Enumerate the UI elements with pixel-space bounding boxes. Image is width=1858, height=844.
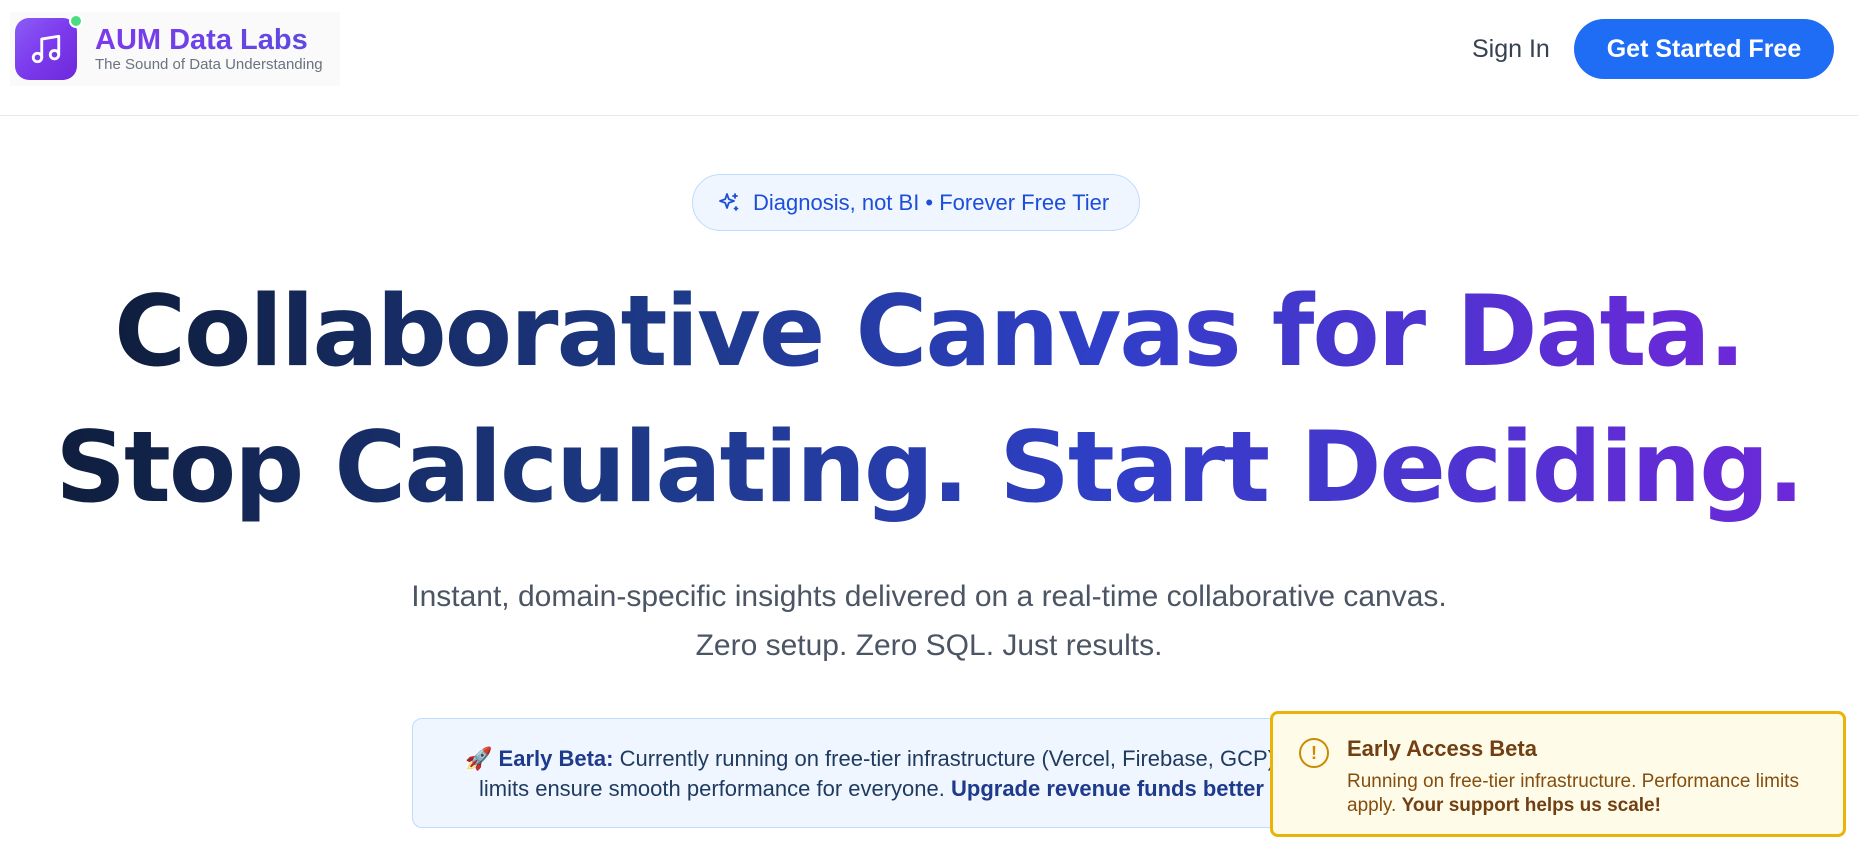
beta-text-line2-bold: Upgrade revenue funds better [951,776,1264,801]
get-started-button[interactable]: Get Started Free [1574,19,1834,79]
music-note-icon [15,14,83,80]
sign-in-link[interactable]: Sign In [1472,34,1550,64]
beta-label: Early Beta: [498,746,614,771]
toast-body-bold: Your support helps us scale! [1401,795,1661,816]
brand-logo-link[interactable]: AUM Data Labs The Sound of Data Understa… [10,12,340,86]
hero-badge-text: Diagnosis, not BI • Forever Free Tier [753,189,1110,215]
headline-text-1: Collaborative Canvas for Data. [114,275,1746,389]
brand-tagline: The Sound of Data Understanding [95,56,323,73]
hero-subtitle-line2: Zero setup. Zero SQL. Just results. [695,629,1163,662]
hero-badge: Diagnosis, not BI • Forever Free Tier [692,174,1140,231]
toast-body: Running on free-tier infrastructure. Per… [1347,770,1827,818]
beta-text-line2: limits ensure smooth performance for eve… [479,776,945,801]
hero-headline-line1: Collaborative Canvas for Data. [0,272,1858,392]
toast-title: Early Access Beta [1347,736,1537,761]
early-access-toast[interactable]: ! Early Access Beta Running on free-tier… [1270,711,1846,837]
hero-headline-line2: Stop Calculating. Start Deciding. [0,408,1858,528]
brand-name: AUM Data Labs [95,25,323,55]
status-dot [69,14,83,28]
brand-text: AUM Data Labs The Sound of Data Understa… [95,25,323,73]
headline-text-2: Stop Calculating. Start Deciding. [55,411,1804,525]
rocket-icon: 🚀 [465,746,493,771]
sparkles-icon [719,192,739,211]
hero-subtitle-line1: Instant, domain-specific insights delive… [411,580,1447,613]
site-header: AUM Data Labs The Sound of Data Understa… [0,0,1858,116]
beta-text-line1: Currently running on free-tier infrastru… [619,746,1282,771]
alert-circle-icon: ! [1299,738,1329,768]
